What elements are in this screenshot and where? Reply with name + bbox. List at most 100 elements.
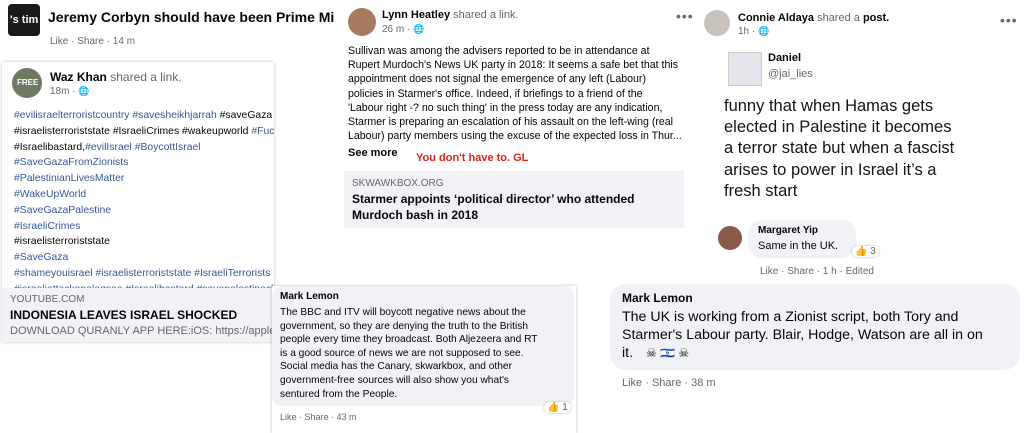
hashtag-line: #SaveGazaFromZionists bbox=[14, 155, 274, 171]
hashtag-line: #PalestinianLivesMatter bbox=[14, 171, 274, 187]
post-action: shared a link. bbox=[453, 9, 519, 21]
hashtag-link[interactable]: #savesheikhjarrah bbox=[132, 110, 216, 121]
globe-icon: 🌐 bbox=[413, 24, 425, 34]
emoji-row: ☠ 🇮🇱 ☠ bbox=[646, 346, 690, 360]
tweet-text: funny that when Hamas gets elected in Pal… bbox=[724, 96, 954, 202]
hashtag-line: #SaveGazaPalestine bbox=[14, 203, 274, 219]
hashtag-link[interactable]: #evilIsrael bbox=[85, 142, 132, 153]
comment-author[interactable]: Mark Lemon bbox=[280, 291, 339, 302]
hashtag-text: #israelisterroriststate bbox=[14, 236, 110, 248]
hashtag-text: #Israelibastard, bbox=[14, 141, 86, 153]
avatar-text: FREE bbox=[17, 78, 39, 87]
hashtag-block: #evilisraelterroristcountry #savesheikhj… bbox=[14, 108, 274, 298]
comment-actions[interactable]: Like · Share · 38 m bbox=[622, 377, 716, 389]
hashtag-link[interactable]: #evilisraelterroristcountry bbox=[14, 110, 130, 121]
post-actions[interactable]: Like · Share · 14 m bbox=[50, 36, 135, 47]
comment-line: government-free sources will also show y… bbox=[280, 374, 509, 386]
post-time[interactable]: 1h · bbox=[738, 26, 755, 37]
reaction-count: 1 bbox=[562, 402, 568, 413]
comment-actions[interactable]: Like · Share · 1 h · Edited bbox=[760, 266, 874, 277]
globe-icon: 🌐 bbox=[78, 86, 90, 96]
post-time-row: 1h · 🌐 bbox=[738, 26, 769, 37]
hashtag-line: #evilisraelterroristcountry #savesheikhj… bbox=[14, 108, 274, 124]
hashtag-line: #israelisterroriststate #IsraeliCrimes #… bbox=[14, 124, 274, 140]
tweet-line: a terror state but when a fascist bbox=[724, 139, 955, 158]
hashtag-link[interactable]: #WakeUpWorld bbox=[14, 189, 86, 200]
comment-line: Starmer's Labour party. Blair, Hodge, Wa… bbox=[622, 327, 983, 343]
author-name[interactable]: Waz Khan bbox=[50, 70, 107, 84]
tweet-line: arises to power in Israel it’s a bbox=[724, 160, 937, 179]
tweet-avatar bbox=[728, 52, 762, 86]
post-body: Sullivan was among the advisers reported… bbox=[348, 44, 682, 143]
corbyn-post: 's tim Jeremy Corbyn should have been Pr… bbox=[0, 0, 335, 48]
hashtag-link[interactable]: #shameyouisrael #israelisterroriststate … bbox=[14, 268, 270, 279]
link-preview[interactable]: SKWAWKBOX.ORG Starmer appoints ‘politica… bbox=[344, 171, 684, 228]
post-time[interactable]: 18m · bbox=[50, 86, 76, 97]
more-options-icon[interactable]: ••• bbox=[1000, 12, 1018, 28]
lynn-post: Lynn Heatley shared a link. 26 m · 🌐 •••… bbox=[340, 0, 700, 232]
page-avatar[interactable]: 's tim bbox=[8, 4, 40, 36]
tweet-handle: @jai_lies bbox=[768, 68, 813, 80]
comment-author[interactable]: Mark Lemon bbox=[622, 291, 693, 305]
link-title-line-2[interactable]: Murdoch bash in 2018 bbox=[352, 208, 478, 222]
comment-text: Same in the UK. bbox=[758, 240, 839, 252]
mark-comment-1: Mark Lemon The BBC and ITV will boycott … bbox=[272, 286, 576, 433]
post-time-row: 26 m · 🌐 bbox=[382, 24, 424, 35]
connie-post: Connie Aldaya shared a post. 1h · 🌐 ••• … bbox=[700, 4, 1024, 282]
body-line: Sullivan was among the advisers reported… bbox=[348, 45, 650, 57]
comment-text: The BBC and ITV will boycott negative ne… bbox=[280, 306, 537, 401]
red-annotation: You don't have to. GL bbox=[416, 152, 529, 164]
avatar[interactable] bbox=[348, 8, 376, 36]
body-line: Labour) party members using the excuse o… bbox=[348, 130, 682, 143]
body-line: Rupert Murdoch's News UK party in 2018: … bbox=[348, 59, 678, 72]
link-source: YOUTUBE.COM bbox=[10, 294, 85, 305]
post-header: Lynn Heatley shared a link. bbox=[382, 9, 519, 21]
like-icon: 👍 bbox=[547, 402, 560, 413]
group-title[interactable]: Jeremy Corbyn should have been Prime Min… bbox=[48, 9, 335, 25]
author-name[interactable]: Lynn Heatley bbox=[382, 9, 450, 21]
body-line: Starmer is preparing an escalation of hi… bbox=[348, 116, 674, 129]
hashtag-line: #SaveGaza bbox=[14, 250, 274, 266]
more-options-icon[interactable]: ••• bbox=[676, 8, 694, 24]
comment-line: sentured from the People. bbox=[280, 388, 398, 400]
hashtag-link[interactable]: #IsraeliCrimes bbox=[14, 221, 80, 232]
comment-line: people every time they broadcast. Both A… bbox=[280, 334, 538, 346]
link-title[interactable]: INDONESIA LEAVES ISRAEL SHOCKED bbox=[10, 308, 237, 322]
comment-bubble: Mark Lemon The UK is working from a Zion… bbox=[610, 284, 1020, 370]
comment-line: Social media has the Canary, skwarkbox, … bbox=[280, 361, 512, 373]
globe-icon: 🌐 bbox=[758, 26, 770, 36]
tweet-line: elected in Palestine it becomes bbox=[724, 118, 952, 137]
hashtag-link[interactable]: #SaveGazaFromZionists bbox=[14, 157, 128, 168]
hashtag-text: #israelisterroriststate #IsraeliCrimes #… bbox=[14, 125, 252, 137]
hashtag-line: #IsraeliCrimes bbox=[14, 219, 274, 235]
see-more-link[interactable]: See more bbox=[348, 147, 398, 159]
commenter-avatar[interactable] bbox=[718, 226, 742, 250]
post-link[interactable]: post. bbox=[863, 12, 889, 24]
link-title-line-1[interactable]: Starmer appoints ‘political director’ wh… bbox=[352, 192, 635, 206]
comment-reactions[interactable]: 👍 1 bbox=[544, 402, 571, 413]
post-time-row: 18m · 🌐 bbox=[50, 86, 90, 97]
post-time[interactable]: 26 m · bbox=[382, 24, 410, 35]
hashtag-link[interactable]: #PalestinianLivesMatter bbox=[14, 173, 124, 184]
hashtag-link[interactable]: #SaveGaza bbox=[14, 252, 68, 263]
avatar[interactable]: FREE bbox=[12, 68, 42, 98]
link-source: SKWAWKBOX.ORG bbox=[352, 178, 444, 189]
comment-author[interactable]: Margaret Yip bbox=[758, 225, 818, 236]
hashtag-link[interactable]: #FuckIsrael bbox=[251, 126, 274, 137]
comment-bubble: Margaret Yip Same in the UK. bbox=[748, 220, 856, 258]
tweet-image[interactable]: Daniel @jai_lies funny that when Hamas g… bbox=[722, 46, 1020, 222]
comment-actions[interactable]: Like · Share · 43 m bbox=[280, 412, 357, 422]
hashtag-line: #israelisterroriststate bbox=[14, 234, 274, 250]
link-preview[interactable]: YOUTUBE.COM INDONESIA LEAVES ISRAEL SHOC… bbox=[2, 288, 274, 342]
post-action: shared a link. bbox=[110, 70, 182, 84]
link-description: DOWNLOAD QURANLY APP HERE:iOS: https://a… bbox=[10, 325, 274, 337]
comment-line: The BBC and ITV will boycott negative ne… bbox=[280, 307, 526, 318]
hashtag-link[interactable]: #BoycottIsrael bbox=[135, 142, 201, 153]
avatar[interactable] bbox=[704, 10, 730, 36]
body-line: 'Labour right -? no such thing' in the p… bbox=[348, 101, 663, 114]
author-name[interactable]: Connie Aldaya bbox=[738, 12, 814, 24]
comment-line: is a good source of news we are not supp… bbox=[280, 347, 524, 359]
comment-reactions[interactable]: 👍 3 bbox=[852, 246, 879, 257]
hashtag-link[interactable]: #SaveGazaPalestine bbox=[14, 205, 111, 216]
body-line: policies in Starmer's office. Indeed, if… bbox=[348, 87, 643, 100]
